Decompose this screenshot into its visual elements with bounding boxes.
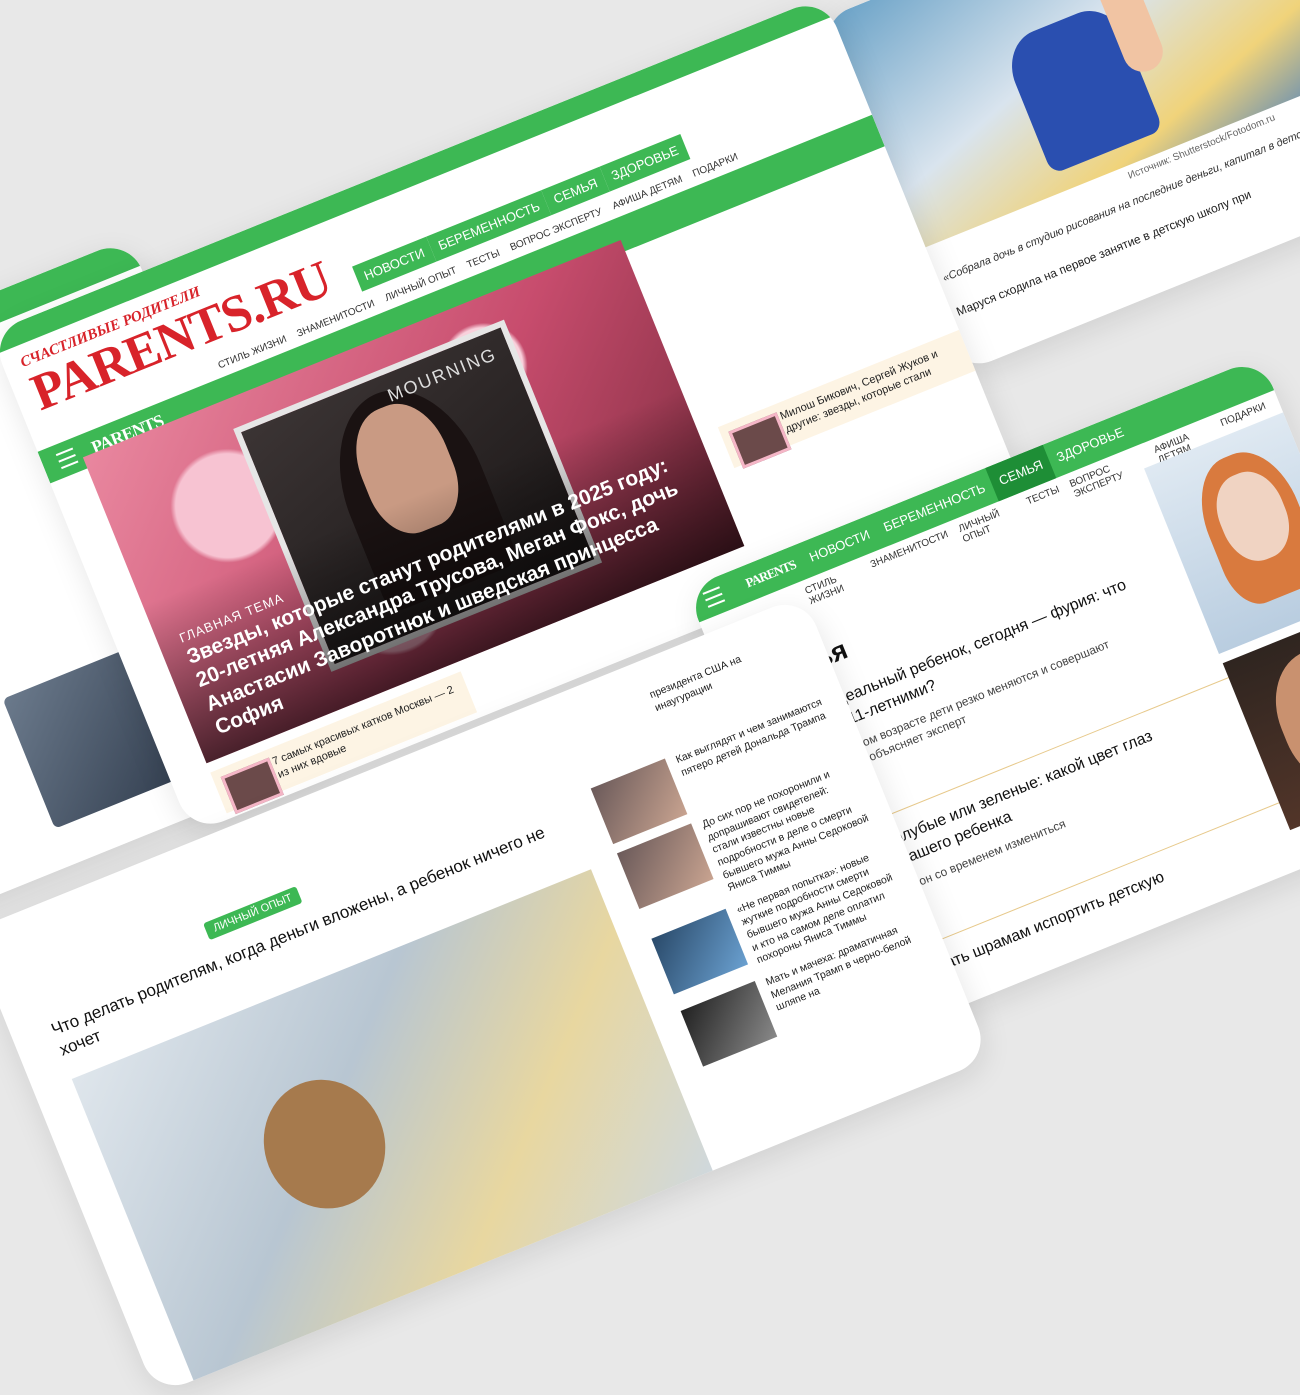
menu-icon[interactable] — [55, 447, 79, 470]
menu-icon-2[interactable] — [702, 586, 726, 608]
image-face-2 — [1258, 629, 1300, 801]
hero-photo-text: MOURNING — [384, 343, 500, 406]
subnav2-tests[interactable]: ТЕСТЫ — [1025, 484, 1065, 517]
side-article-1[interactable]: Милош Бикович, Сергей Жуков и другие: зв… — [717, 326, 985, 469]
article-lead-photo — [71, 869, 715, 1386]
side-article-1-title: Милош Бикович, Сергей Жуков и другие: зв… — [778, 348, 940, 436]
photo-child — [244, 1061, 405, 1227]
